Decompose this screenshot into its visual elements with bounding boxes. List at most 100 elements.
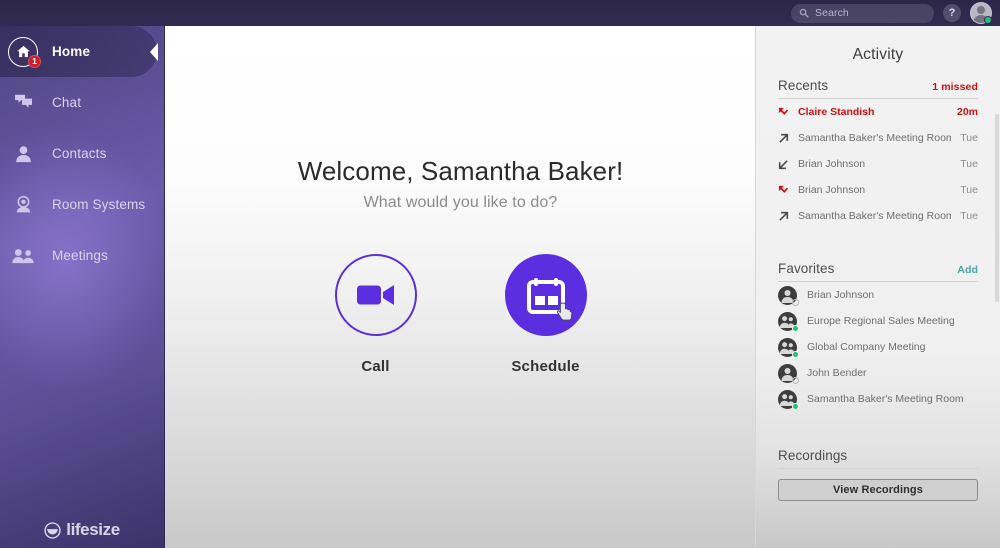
recent-time: 20m	[956, 106, 978, 118]
home-badge: 1	[28, 54, 41, 68]
recordings-section: Recordings	[778, 448, 978, 469]
favorite-name: Brian Johnson	[807, 289, 875, 301]
recent-name: Samantha Baker's Meeting Room	[798, 210, 952, 222]
sidebar-item-chat[interactable]: Chat	[0, 77, 164, 128]
sidebar-item-label-chat: Chat	[52, 95, 82, 110]
lifesize-logo: lifesize	[0, 520, 164, 540]
recent-time: Tue	[960, 184, 978, 196]
presence-dot-online	[792, 324, 799, 332]
add-favorite-link[interactable]: Add	[957, 264, 978, 276]
call-button[interactable]	[334, 254, 417, 336]
active-indicator-arrow	[150, 42, 158, 61]
recent-time: Tue	[960, 132, 978, 144]
home-icon-wrap: 1	[8, 36, 41, 68]
list-item[interactable]: Brian Johnson	[778, 282, 978, 308]
incoming-call-icon	[778, 159, 788, 169]
search-icon	[799, 8, 809, 18]
sidebar-item-label-meetings: Meetings	[52, 248, 108, 263]
presence-dot-offline	[792, 376, 799, 384]
sidebar-item-label-home: Home	[52, 44, 91, 59]
sidebar-item-room-systems[interactable]: Room Systems	[0, 179, 164, 230]
sidebar-nav: 1 Home Chat Contacts Room Systems Meetin…	[0, 26, 164, 281]
schedule-action[interactable]: Schedule	[483, 254, 608, 375]
contact-icon-wrap	[8, 139, 38, 169]
recent-time: Tue	[960, 210, 978, 222]
table-row[interactable]: Claire Standish 20m	[778, 99, 978, 125]
missed-count-badge: 1 missed	[932, 81, 978, 93]
list-item[interactable]: Europe Regional Sales Meeting	[778, 308, 978, 334]
recent-name: Brian Johnson	[798, 158, 866, 170]
group-avatar-icon	[778, 311, 799, 332]
favorite-name: Samantha Baker's Meeting Room	[807, 393, 964, 405]
help-button[interactable]: ?	[943, 4, 961, 22]
top-bar: Search ?	[0, 0, 1000, 26]
missed-call-icon	[778, 107, 789, 115]
meetings-icon-wrap	[8, 241, 38, 271]
activity-panel: Activity Recents 1 missed Claire Standis…	[755, 26, 1000, 548]
list-item[interactable]: Global Company Meeting	[778, 334, 978, 360]
favorites-header: Favorites Add	[778, 261, 978, 282]
lifesize-wordmark: lifesize	[66, 520, 120, 539]
favorites-section: Favorites Add Brian Johnson Europe Regio…	[778, 261, 978, 412]
outgoing-call-icon	[779, 133, 789, 143]
room-system-icon-wrap	[8, 190, 38, 220]
sidebar-item-label-contacts: Contacts	[52, 146, 107, 161]
person-avatar-icon	[778, 285, 799, 306]
calendar-icon	[526, 277, 565, 314]
schedule-button[interactable]	[504, 254, 587, 336]
table-row[interactable]: Samantha Baker's Meeting Room Tue	[778, 203, 978, 229]
missed-call-icon	[778, 185, 789, 193]
view-recordings-button[interactable]: View Recordings	[778, 479, 978, 501]
sidebar: 1 Home Chat Contacts Room Systems Meetin…	[0, 26, 164, 548]
table-row[interactable]: Samantha Baker's Meeting Room Tue	[778, 125, 978, 151]
list-item[interactable]: Samantha Baker's Meeting Room	[778, 386, 978, 412]
sidebar-item-label-room-systems: Room Systems	[52, 197, 146, 212]
outgoing-call-icon	[779, 211, 789, 221]
meetings-icon	[12, 248, 34, 263]
recordings-header: Recordings	[778, 448, 978, 469]
welcome-subtitle: What would you like to do?	[363, 194, 558, 211]
app-window: Search ? 1 Home Chat Contacts Room Syste…	[0, 0, 1000, 548]
activity-title: Activity	[852, 46, 904, 63]
user-avatar-button[interactable]	[970, 2, 992, 24]
group-avatar-icon	[778, 337, 799, 358]
video-camera-icon	[356, 285, 394, 305]
recents-header: Recents 1 missed	[778, 78, 978, 99]
presence-dot-online	[792, 402, 799, 410]
recents-section: Recents 1 missed Claire Standish 20m Sam…	[778, 78, 978, 229]
favorite-name: John Bender	[807, 367, 867, 379]
sidebar-item-contacts[interactable]: Contacts	[0, 128, 164, 179]
table-row[interactable]: Brian Johnson Tue	[778, 151, 978, 177]
main-content: Welcome, Samantha Baker! What would you …	[164, 26, 755, 548]
recent-name: Brian Johnson	[798, 184, 866, 196]
group-avatar-icon	[778, 389, 799, 410]
help-icon: ?	[948, 6, 956, 19]
person-avatar-icon	[778, 363, 799, 384]
recent-time: Tue	[960, 158, 978, 170]
presence-dot-online	[984, 16, 992, 24]
welcome-heading: Welcome, Samantha Baker!	[297, 156, 624, 186]
schedule-label: Schedule	[511, 358, 580, 375]
recents-heading: Recents	[778, 78, 829, 93]
favorites-heading: Favorites	[778, 261, 835, 276]
favorite-name: Europe Regional Sales Meeting	[807, 315, 955, 327]
search-placeholder-text: Search	[815, 7, 849, 19]
recent-name: Samantha Baker's Meeting Room	[798, 132, 952, 144]
table-row[interactable]: Brian Johnson Tue	[778, 177, 978, 203]
recordings-heading: Recordings	[778, 448, 848, 463]
sidebar-item-meetings[interactable]: Meetings	[0, 230, 164, 281]
sidebar-item-home[interactable]: 1 Home	[0, 26, 158, 77]
call-action[interactable]: Call	[313, 254, 438, 375]
action-buttons: Call Schedule	[165, 254, 756, 375]
recent-name: Claire Standish	[798, 106, 875, 118]
view-recordings-label: View Recordings	[833, 484, 923, 496]
favorite-name: Global Company Meeting	[807, 341, 926, 353]
top-bar-right-controls: Search ?	[791, 0, 992, 26]
activity-scrollbar[interactable]	[995, 114, 999, 302]
contact-icon	[15, 145, 31, 162]
presence-dot-online	[792, 350, 799, 358]
presence-dot-offline	[792, 298, 799, 306]
search-input[interactable]: Search	[791, 3, 934, 23]
lifesize-logo-icon	[44, 521, 61, 539]
list-item[interactable]: John Bender	[778, 360, 978, 386]
